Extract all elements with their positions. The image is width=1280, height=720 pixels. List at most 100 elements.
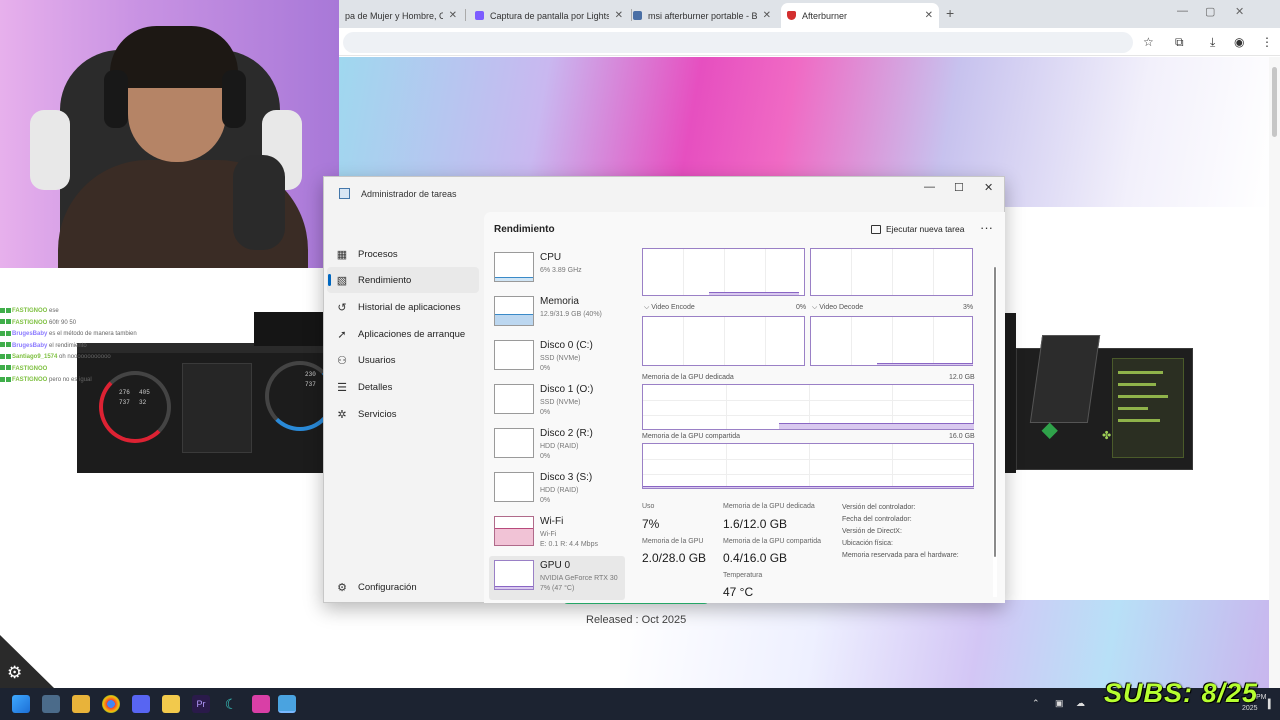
nav-label: Aplicaciones de arranque [358,328,466,340]
new-tab-button[interactable]: + [946,5,954,21]
tab-2[interactable]: Captura de pantalla por Lightsh ✕ [469,3,629,28]
tab-close-icon[interactable]: ✕ [615,10,623,21]
chat-user: FASTIGNOO [12,377,48,383]
sticky-notes-icon[interactable] [162,695,180,713]
more-options-icon[interactable]: ··· [980,220,993,235]
chat-text: el rendimiento [49,342,87,349]
nav-label: Procesos [358,248,398,260]
gpu-memory-value: 2.0/28.0 GB [642,551,707,565]
maximize-icon[interactable]: ▢ [1205,5,1215,18]
dedicated-memory-max: 12.0 GB [949,374,975,381]
extensions-icon[interactable]: ⧉ [1175,35,1184,50]
streaming-app-icon[interactable]: ☾ [222,695,240,713]
nav-item-procesos[interactable]: ▦ Procesos [327,241,479,267]
discord-icon[interactable] [132,695,150,713]
tab-close-icon[interactable]: ✕ [449,10,457,21]
minimize-icon[interactable]: — [1177,5,1188,17]
shared-memory-max: 16.0 GB [949,433,975,440]
pink-app-icon[interactable] [252,695,270,713]
gpu-card-art [1029,335,1101,423]
run-new-task-button[interactable]: Ejecutar nueva tarea [871,224,964,234]
tm-maximize-icon[interactable]: ☐ [954,181,964,194]
chat-text: es el método de manera tambien [49,331,137,337]
device-sub: 0% [540,497,551,504]
tm-close-icon[interactable]: ✕ [984,181,993,194]
tab-separator [465,9,466,21]
device-detail: SSD (NVMe) 0% [540,354,580,374]
gauge-value: 737 [305,381,316,388]
device-disk1[interactable]: Disco 1 (O:) SSD (NVMe) 0% [489,380,625,424]
history-icon: ↺ [337,301,347,314]
tray-chevron-icon[interactable]: ⌃ [1032,698,1040,709]
nav-item-servicios[interactable]: ✲ Servicios [327,401,479,427]
nav-item-historial[interactable]: ↺ Historial de aplicaciones [327,294,479,320]
chat-user: BrugesBaby [12,331,48,337]
device-detail: Wi-Fi E: 0.1 R: 4.4 Mbps [540,530,598,550]
panel-scrollbar[interactable] [993,267,997,597]
chat-text: ese [49,308,59,314]
device-wifi[interactable]: Wi-Fi Wi-Fi E: 0.1 R: 4.4 Mbps [489,512,625,556]
gear-icon[interactable]: ⚙ [7,663,22,683]
device-disk3[interactable]: Disco 3 (S:) HDD (RAID) 0% [489,468,625,512]
download-icon[interactable]: ⤓ [1210,35,1215,50]
nav-item-detalles[interactable]: ☰ Detalles [327,374,479,400]
shared-usage-value: 0.4/16.0 GB [723,551,788,565]
tm-minimize-icon[interactable]: — [924,181,935,193]
tab-3[interactable]: msi afterburner portable - Búsq ✕ [627,3,777,28]
device-disk0[interactable]: Disco 0 (C:) SSD (NVMe) 0% [489,336,625,380]
tab-close-icon[interactable]: ✕ [763,10,771,21]
tab-1[interactable]: pa de Mujer y Hombre, Com ✕ [339,3,463,28]
dedicated-memory-graph [642,384,974,430]
page-scrollbar-thumb[interactable] [1272,67,1277,137]
nav-label: Usuarios [358,354,396,366]
video-decode-label: ⌵ Video Decode [812,304,864,311]
video-encode-graph [642,316,805,366]
nav-item-usuarios[interactable]: ⚇ Usuarios [327,347,479,373]
notification-icon[interactable]: ▍ [1268,699,1275,710]
chat-text: 60fr 90 50 [49,319,77,326]
tab-close-icon[interactable]: ✕ [925,10,933,21]
gauge-value: 737 [119,399,130,406]
bookmark-star-icon[interactable]: ☆ [1143,35,1154,49]
tab-4-active[interactable]: Afterburner ✕ [781,3,939,28]
device-sub: 6% 3.89 GHz [540,267,582,274]
chair-stripe [30,110,70,190]
nav-item-rendimiento[interactable]: ▧ Rendimiento [327,267,479,293]
device-sub: 12.9/31.9 GB (40%) [540,311,602,318]
device-gpu0[interactable]: GPU 0 NVIDIA GeForce RTX 30 7% (47 °C) [489,556,625,600]
device-name: GPU 0 [540,560,571,571]
device-name: Disco 1 (O:) [540,384,594,395]
usage-label: Uso [642,503,655,510]
device-detail: HDD (RAID) 0% [540,442,579,462]
chrome-icon[interactable] [102,695,120,713]
windows-start-icon[interactable] [12,695,30,713]
menu-kebab-icon[interactable]: ⋮ [1261,35,1273,49]
device-cpu[interactable]: CPU 6% 3.89 GHz [489,248,625,292]
settings-gear-icon: ⚙ [337,581,347,594]
device-memory[interactable]: Memoria 12.9/31.9 GB (40%) [489,292,625,336]
physical-location-label: Ubicación física: [842,540,893,547]
tray-cloud-icon[interactable]: ☁ [1076,698,1085,709]
panel-title: Rendimiento [494,224,555,235]
chat-text: pero no es igual [49,377,92,383]
task-manager-taskbar-icon[interactable] [278,695,296,713]
page-scrollbar[interactable] [1269,57,1280,688]
video-encode-pct: 0% [796,304,807,311]
profile-extension-icon[interactable]: ◉ [1234,35,1244,49]
nav-label: Historial de aplicaciones [358,301,461,313]
directx-version-label: Versión de DirectX: [842,528,902,535]
nav-item-configuracion[interactable]: ⚙ Configuración [327,574,479,600]
dedicated-usage-value: 1.6/12.0 GB [723,517,788,531]
premiere-icon[interactable]: Pr [192,695,210,713]
tray-app-icon[interactable]: ▣ [1055,698,1064,709]
task-view-icon[interactable] [42,695,60,713]
close-window-icon[interactable]: ✕ [1235,5,1244,18]
file-explorer-icon[interactable] [72,695,90,713]
reserved-memory-label: Memoria reservada para el hardware: [842,552,959,559]
panel-scrollbar-thumb[interactable] [994,267,996,557]
nav-item-arranque[interactable]: ➚ Aplicaciones de arranque [327,321,479,347]
clock-date: 2025 [1242,705,1258,712]
gauge-value: 32 [139,399,147,406]
device-disk2[interactable]: Disco 2 (R:) HDD (RAID) 0% [489,424,625,468]
omnibox[interactable] [343,32,1133,53]
